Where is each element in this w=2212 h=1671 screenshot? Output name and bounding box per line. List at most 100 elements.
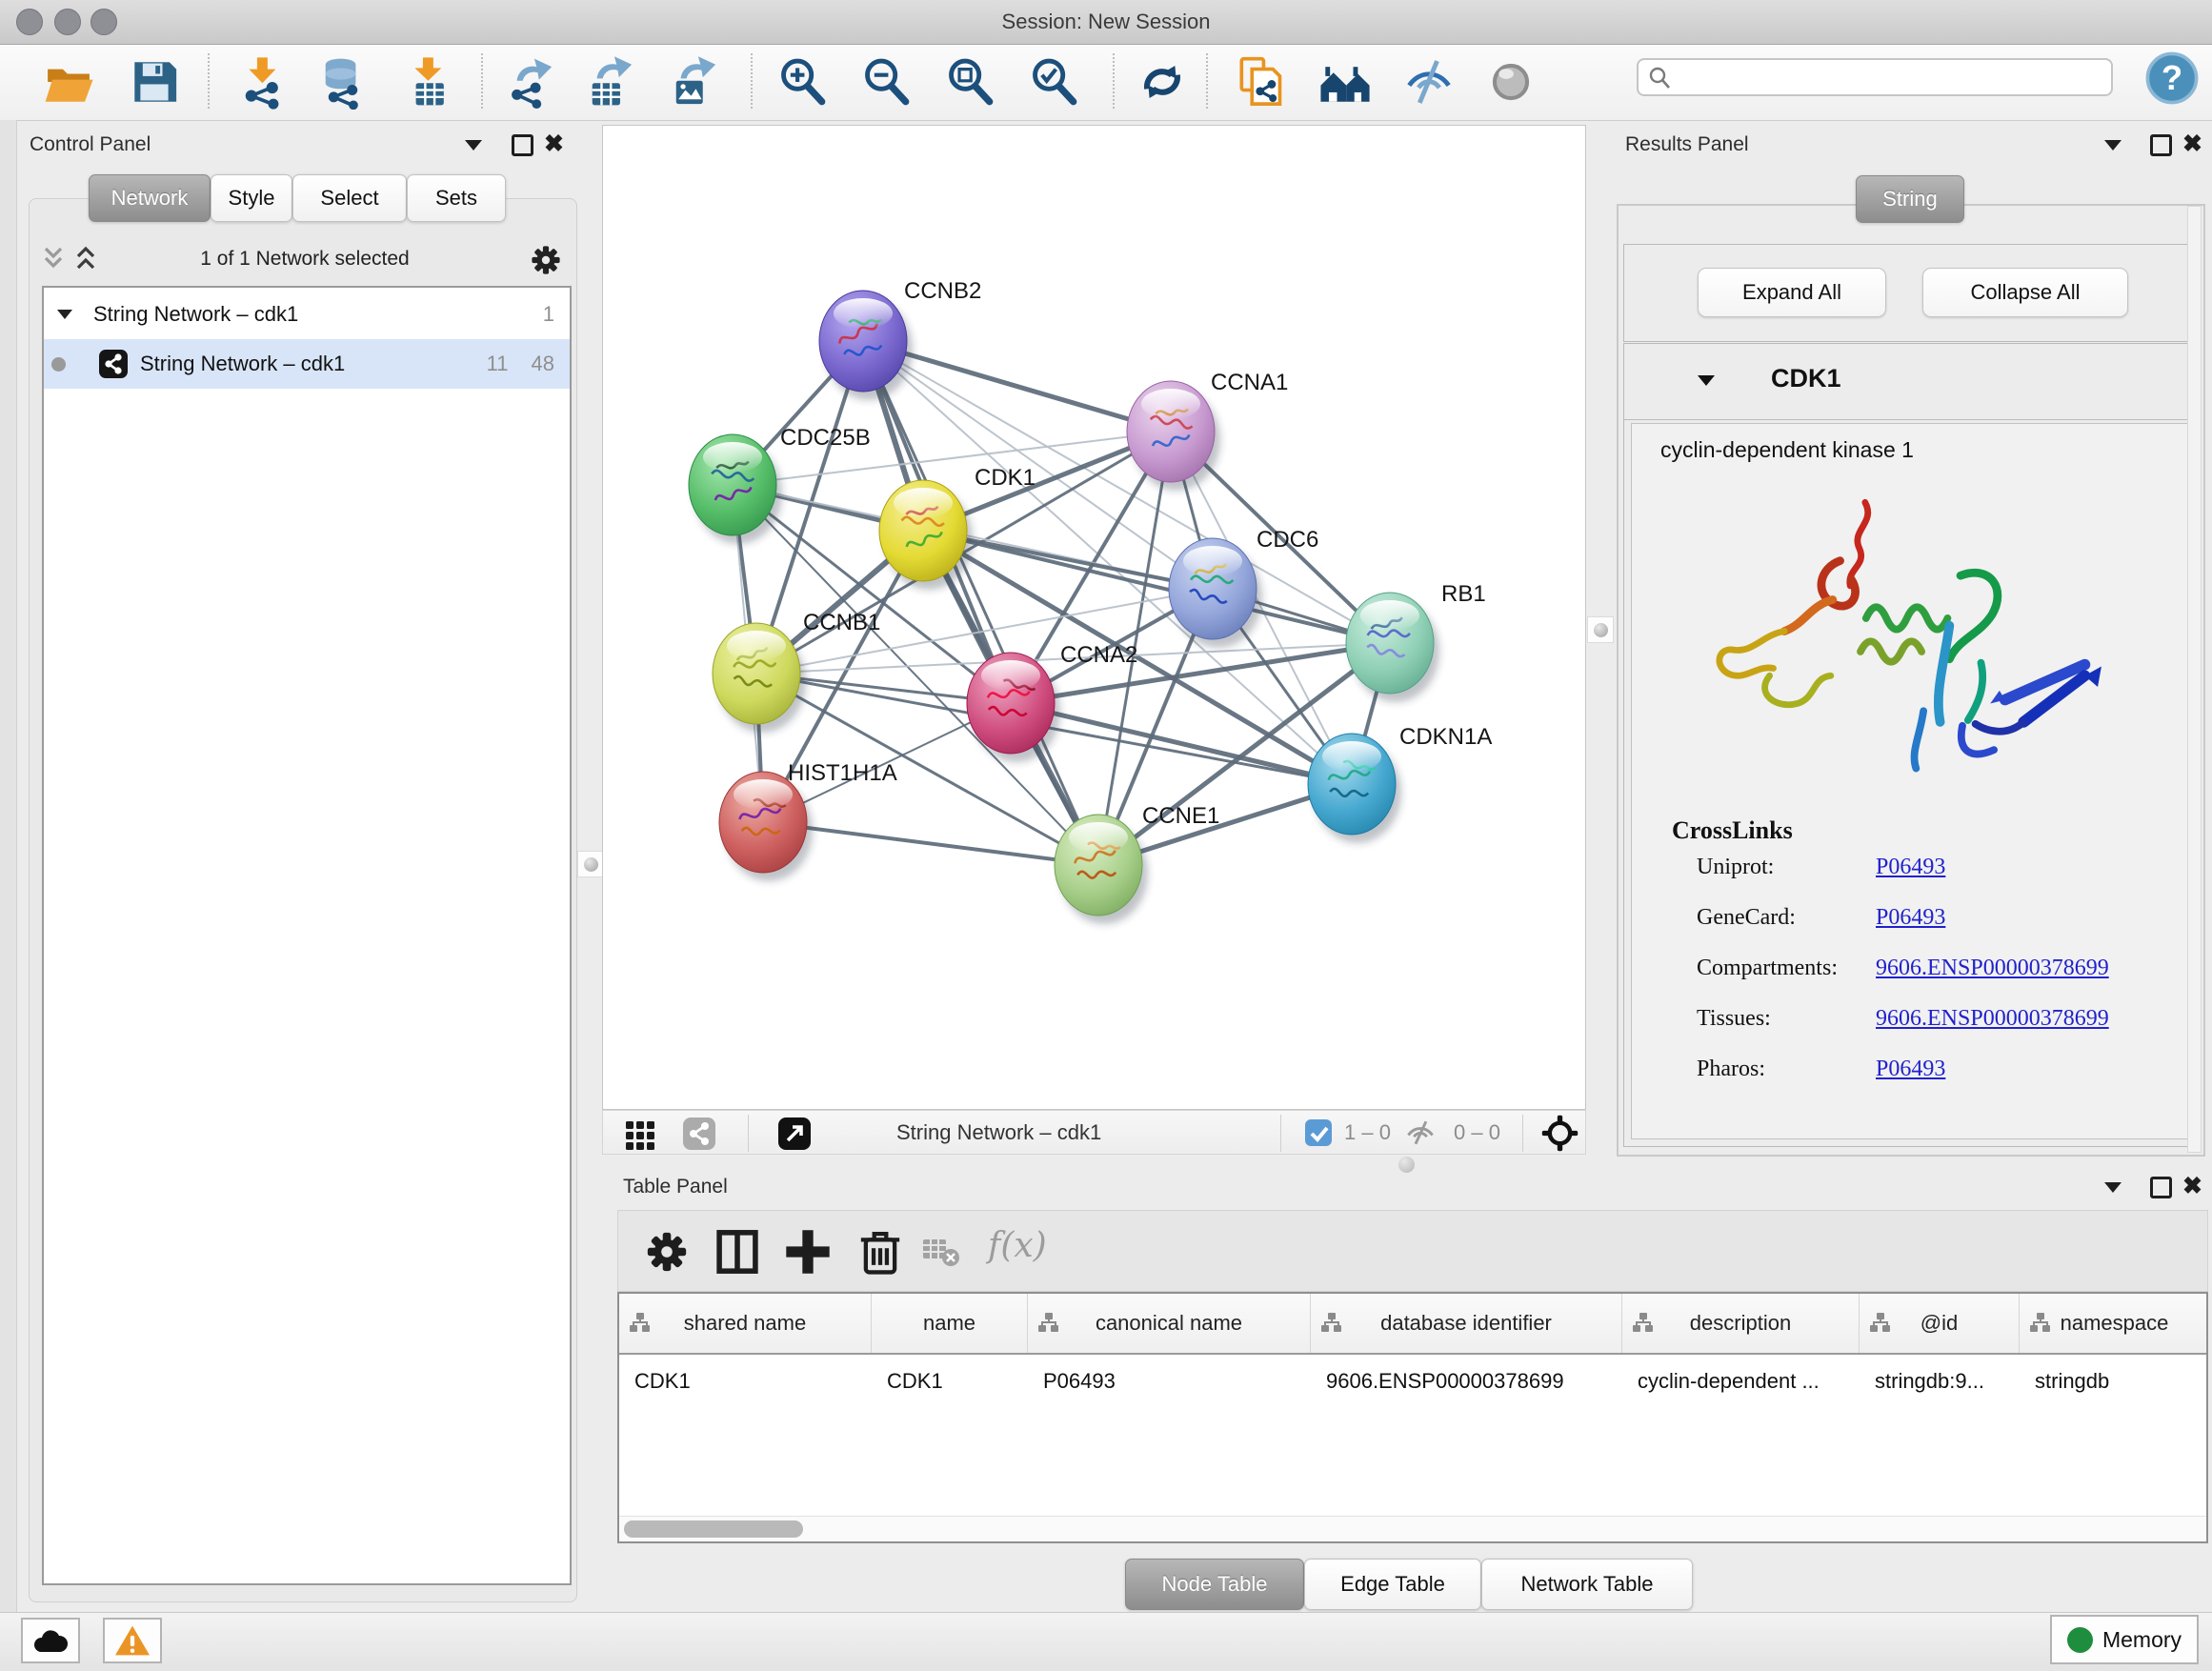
save-session-button[interactable] [128, 54, 181, 110]
collapse-all-button[interactable]: Collapse All [1922, 268, 2128, 317]
results-panel-float-button[interactable] [2150, 134, 2172, 156]
tab-edge-table[interactable]: Edge Table [1304, 1559, 1481, 1610]
create-column-plus-icon[interactable] [780, 1224, 835, 1279]
tab-sets[interactable]: Sets [407, 174, 506, 222]
crosslink-value-link[interactable]: P06493 [1876, 1057, 1945, 1082]
results-panel-close-button[interactable]: ✖ [2182, 132, 2202, 156]
control-panel-close-button[interactable]: ✖ [544, 132, 564, 156]
column-header-canonical-name[interactable]: canonical name [1028, 1294, 1311, 1353]
network-edge[interactable] [763, 822, 1098, 865]
hidden-eye-slash-icon[interactable] [1405, 1118, 1436, 1147]
tab-network[interactable]: Network [89, 174, 211, 222]
export-network-button[interactable] [503, 54, 556, 110]
column-header-description[interactable]: description [1622, 1294, 1860, 1353]
zoom-out-button[interactable] [859, 54, 913, 110]
search-input[interactable] [1637, 58, 2113, 96]
table-cell[interactable]: 9606.ENSP00000378699 [1311, 1355, 1622, 1408]
crosslink-value-link[interactable]: P06493 [1876, 855, 1945, 880]
left-splitter-grip[interactable] [577, 851, 604, 877]
import-network-file-button[interactable] [236, 54, 290, 110]
show-columns-icon[interactable] [710, 1224, 765, 1279]
delete-column-trash-icon[interactable] [853, 1224, 908, 1279]
import-network-database-button[interactable] [316, 54, 370, 110]
glass-sphere-button[interactable] [1484, 54, 1538, 110]
table-panel-close-button[interactable]: ✖ [2182, 1175, 2202, 1198]
zoom-in-button[interactable] [775, 54, 829, 110]
warnings-button[interactable] [103, 1618, 162, 1663]
network-view-share-icon[interactable] [681, 1116, 717, 1152]
network-node-cdkn1a[interactable] [1308, 734, 1401, 843]
collapse-all-networks-icon[interactable] [40, 244, 69, 274]
tab-string[interactable]: String [1856, 175, 1964, 223]
column-header-database-identifier[interactable]: database identifier [1311, 1294, 1622, 1353]
collection-expand-arrow[interactable] [57, 310, 72, 319]
export-image-button[interactable] [667, 54, 720, 110]
expand-all-button[interactable]: Expand All [1698, 268, 1886, 317]
zoom-selected-button[interactable] [1027, 54, 1080, 110]
expand-all-networks-icon[interactable] [72, 244, 101, 274]
results-panel-menu-arrow[interactable] [2104, 140, 2122, 151]
network-node-cdc25b[interactable] [689, 434, 782, 544]
help-button[interactable]: ? [2145, 50, 2199, 106]
network-edge[interactable] [923, 531, 1390, 643]
table-cell[interactable]: CDK1 [872, 1355, 1028, 1408]
crosslink-value-link[interactable]: 9606.ENSP00000378699 [1876, 1006, 2109, 1032]
table-cell[interactable]: cyclin-dependent ... [1622, 1355, 1860, 1408]
table-panel-menu-arrow[interactable] [2104, 1182, 2122, 1193]
network-edge[interactable] [1011, 703, 1352, 784]
table-cell[interactable]: P06493 [1028, 1355, 1311, 1408]
network-node-hist1h1a[interactable] [719, 772, 813, 881]
network-canvas[interactable]: CCNB2CCNA1CDC25BCDK1CDC6RB1CCNB1CCNA2CDK… [602, 125, 1586, 1110]
table-options-gear-icon[interactable] [639, 1224, 694, 1279]
network-collection-row[interactable]: String Network – cdk1 1 [44, 290, 570, 339]
string-import-button[interactable] [1235, 54, 1288, 110]
table-panel-float-button[interactable] [2150, 1177, 2172, 1198]
delete-table-icon[interactable] [919, 1232, 963, 1272]
cloud-status-button[interactable] [21, 1618, 80, 1663]
column-header-namespace[interactable]: namespace [2020, 1294, 2208, 1353]
network-options-gear-icon[interactable] [526, 240, 566, 280]
selected-checkbox-icon[interactable] [1304, 1118, 1333, 1147]
network-node-ccne1[interactable] [1055, 815, 1148, 924]
import-table-button[interactable] [402, 54, 455, 110]
tab-network-table[interactable]: Network Table [1481, 1559, 1693, 1610]
table-horizontal-scrollbar[interactable] [619, 1516, 2206, 1541]
apply-layout-button[interactable] [1136, 54, 1189, 110]
network-node-ccna1[interactable] [1127, 381, 1220, 491]
network-edge[interactable] [863, 341, 1098, 865]
bottom-splitter-grip[interactable] [1398, 1157, 1415, 1173]
network-row[interactable]: String Network – cdk1 11 48 [44, 339, 570, 389]
column-header-name[interactable]: name [872, 1294, 1028, 1353]
column-header-shared-name[interactable]: shared name [619, 1294, 872, 1353]
memory-button[interactable]: Memory [2050, 1615, 2199, 1664]
gene-collapse-arrow[interactable] [1698, 375, 1715, 386]
birdseye-view-icon[interactable] [776, 1116, 813, 1152]
table-row[interactable]: CDK1CDK1P064939606.ENSP00000378699cyclin… [619, 1355, 2208, 1408]
grid-view-icon[interactable] [622, 1116, 658, 1152]
network-node-ccna2[interactable] [967, 653, 1060, 762]
column-header--id[interactable]: @id [1860, 1294, 2020, 1353]
results-scrollbar[interactable] [2187, 206, 2202, 1153]
gene-section-header[interactable]: CDK1 [1623, 343, 2195, 420]
crosshair-icon[interactable] [1540, 1114, 1579, 1153]
crosslink-value-link[interactable]: 9606.ENSP00000378699 [1876, 956, 2109, 981]
tab-select[interactable]: Select [292, 174, 407, 222]
control-panel-float-button[interactable] [512, 134, 533, 156]
zoom-fit-button[interactable] [943, 54, 996, 110]
open-session-button[interactable] [42, 54, 95, 110]
string-home-button[interactable] [1318, 54, 1372, 110]
crosslink-value-link[interactable]: P06493 [1876, 905, 1945, 931]
function-builder-button[interactable]: f(x) [988, 1226, 1047, 1265]
network-node-rb1[interactable] [1346, 593, 1439, 702]
table-cell[interactable]: stringdb [2020, 1355, 2208, 1408]
table-cell[interactable]: CDK1 [619, 1355, 872, 1408]
tab-style[interactable]: Style [211, 174, 292, 222]
scrollbar-thumb[interactable] [624, 1520, 803, 1538]
right-splitter-grip[interactable] [1587, 616, 1614, 643]
network-node-ccnb2[interactable] [819, 291, 913, 400]
table-cell[interactable]: stringdb:9... [1860, 1355, 2020, 1408]
tab-node-table[interactable]: Node Table [1125, 1559, 1304, 1610]
enhance-labels-button[interactable] [1402, 54, 1456, 110]
network-node-cdk1[interactable] [879, 480, 973, 590]
control-panel-menu-arrow[interactable] [465, 140, 482, 151]
